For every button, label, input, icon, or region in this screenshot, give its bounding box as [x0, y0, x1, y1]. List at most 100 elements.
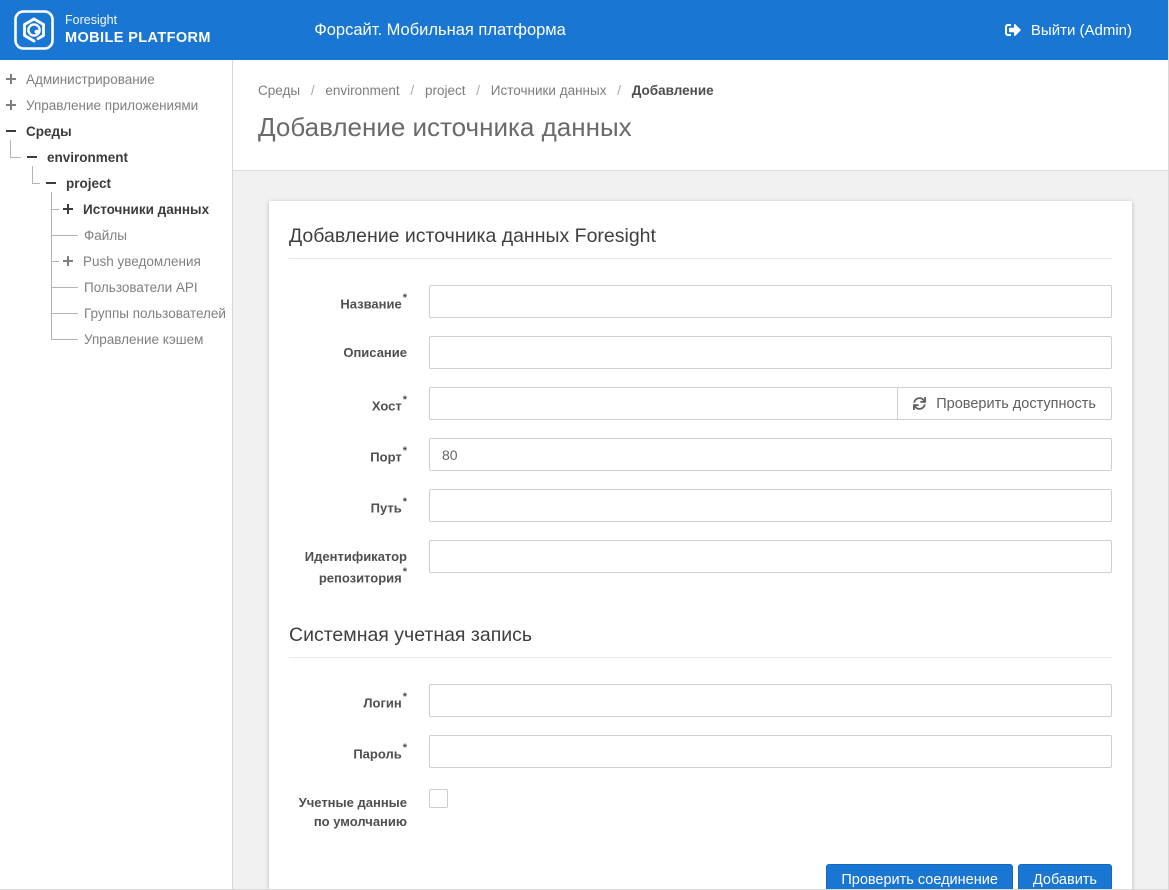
- sidebar-item-files[interactable]: Файлы: [0, 222, 232, 248]
- brand[interactable]: Foresight MOBILE PLATFORM: [14, 10, 211, 50]
- host-label: Хост*: [371, 394, 407, 414]
- logout-button[interactable]: Выйти (Admin): [1004, 21, 1132, 39]
- add-button[interactable]: Добавить: [1017, 863, 1112, 889]
- sidebar-item-label: Пользователи API: [84, 279, 198, 295]
- refresh-icon: [913, 397, 927, 410]
- top-bar: Foresight MOBILE PLATFORM Форсайт. Мобил…: [0, 0, 1168, 60]
- brand-product-name: Foresight: [65, 13, 118, 28]
- sidebar-item-label: Группы пользователей: [84, 305, 226, 321]
- description-input[interactable]: [429, 336, 1112, 369]
- sidebar-item-environments[interactable]: Среды: [0, 118, 232, 144]
- required-mark: *: [402, 742, 407, 755]
- port-label: Порт*: [370, 445, 407, 465]
- path-input[interactable]: [429, 489, 1112, 522]
- required-mark: *: [402, 496, 407, 508]
- path-label: Путь*: [370, 496, 407, 516]
- data-source-form-card: Добавление источника данных Foresight На…: [269, 201, 1132, 889]
- breadcrumb-separator: /: [410, 83, 415, 98]
- password-input[interactable]: [429, 735, 1112, 769]
- page-body: Добавление источника данных Foresight На…: [233, 170, 1168, 889]
- collapse-minus-icon[interactable]: [44, 176, 58, 190]
- form-row-repository-id: Идентификатор репозитория*: [289, 540, 1112, 588]
- form-row-password: Пароль*: [289, 735, 1112, 769]
- sign-out-icon: [1004, 23, 1021, 37]
- breadcrumb-item[interactable]: Среды: [258, 83, 300, 98]
- sidebar-item-label: Управление кэшем: [84, 331, 204, 347]
- form-row-default-credentials: Учетные данные по умолчанию: [289, 786, 1112, 832]
- host-input-group: Проверить доступность: [429, 387, 1112, 420]
- check-availability-label: Проверить доступность: [936, 395, 1096, 412]
- port-input[interactable]: [429, 438, 1112, 471]
- sidebar-item-label: Управление приложениями: [26, 97, 199, 113]
- sidebar-item-administration[interactable]: Администрирование: [0, 66, 232, 92]
- breadcrumb-current: Добавление: [631, 83, 714, 98]
- breadcrumb-separator: /: [617, 83, 621, 98]
- required-mark: *: [402, 691, 407, 704]
- breadcrumb-separator: /: [310, 83, 315, 98]
- breadcrumb-item[interactable]: Источники данных: [491, 83, 607, 98]
- form-row-host: Хост* Проверить доступность: [289, 387, 1112, 420]
- app-title: Форсайт. Мобильная платформа: [314, 20, 566, 39]
- sidebar-item-environment[interactable]: environment: [0, 144, 232, 170]
- sidebar-item-label: project: [66, 175, 112, 191]
- login-input[interactable]: [429, 684, 1112, 718]
- page-head: Среды / environment / project / Источник…: [233, 60, 1168, 170]
- collapse-minus-icon[interactable]: [25, 150, 39, 164]
- test-connection-button[interactable]: Проверить соединение: [826, 863, 1013, 889]
- required-mark: *: [402, 565, 407, 578]
- sidebar: Администрирование Управление приложениям…: [0, 60, 233, 889]
- application-window: Foresight MOBILE PLATFORM Форсайт. Мобил…: [0, 0, 1169, 890]
- sidebar-item-user-groups[interactable]: Группы пользователей: [0, 300, 232, 326]
- sidebar-item-cache-management[interactable]: Управление кэшем: [0, 326, 232, 352]
- main-content: Среды / environment / project / Источник…: [233, 60, 1168, 889]
- form-row-path: Путь*: [289, 489, 1112, 522]
- host-input[interactable]: [429, 387, 899, 420]
- form-row-port: Порт*: [289, 438, 1112, 471]
- sidebar-item-label: Push уведомления: [83, 253, 201, 269]
- name-label: Название*: [340, 292, 407, 312]
- form-row-description: Описание: [289, 336, 1112, 369]
- default-credentials-label: Учетные данные по умолчанию: [298, 795, 407, 829]
- brand-platform-name: MOBILE PLATFORM: [65, 29, 211, 46]
- required-mark: *: [402, 445, 407, 457]
- form-section-title-account: Системная учетная запись: [289, 618, 1112, 659]
- required-mark: *: [402, 394, 407, 406]
- sidebar-item-api-users[interactable]: Пользователи API: [0, 274, 232, 300]
- navigation-tree: Администрирование Управление приложениям…: [0, 60, 232, 352]
- breadcrumb-item[interactable]: environment: [325, 83, 399, 98]
- breadcrumb: Среды / environment / project / Источник…: [258, 83, 1168, 98]
- form-row-name: Название*: [289, 285, 1112, 318]
- sidebar-item-label: Среды: [26, 123, 72, 139]
- sidebar-item-label: Файлы: [84, 227, 127, 243]
- breadcrumb-item[interactable]: project: [425, 83, 466, 98]
- expand-plus-icon[interactable]: [4, 98, 18, 112]
- foresight-logo-icon: [14, 10, 54, 50]
- password-label: Пароль*: [353, 742, 407, 762]
- sidebar-item-label: Источники данных: [83, 201, 210, 217]
- required-mark: *: [402, 292, 407, 304]
- sidebar-item-data-sources[interactable]: Источники данных: [0, 196, 232, 222]
- expand-plus-icon[interactable]: [61, 254, 75, 268]
- sidebar-item-label: environment: [47, 149, 129, 165]
- expand-plus-icon[interactable]: [61, 202, 75, 216]
- login-label: Логин*: [363, 691, 407, 711]
- repository-id-label: Идентификатор репозитория*: [304, 549, 407, 586]
- brand-text: Foresight MOBILE PLATFORM: [65, 13, 211, 47]
- collapse-minus-icon[interactable]: [4, 124, 18, 138]
- page-title: Добавление источника данных: [258, 112, 632, 142]
- sidebar-item-project[interactable]: project: [0, 170, 232, 196]
- breadcrumb-separator: /: [476, 83, 481, 98]
- check-availability-button[interactable]: Проверить доступность: [898, 387, 1112, 420]
- sidebar-item-label: Администрирование: [26, 71, 155, 87]
- sidebar-item-app-management[interactable]: Управление приложениями: [0, 92, 232, 118]
- sidebar-item-push-notifications[interactable]: Push уведомления: [0, 248, 232, 274]
- form-section-title: Добавление источника данных Foresight: [289, 219, 1112, 259]
- form-row-login: Логин*: [289, 684, 1112, 718]
- name-input[interactable]: [429, 285, 1112, 318]
- logout-label: Выйти (Admin): [1030, 21, 1132, 39]
- expand-plus-icon[interactable]: [4, 72, 18, 86]
- description-label: Описание: [343, 345, 407, 360]
- form-actions: Проверить соединение Добавить: [289, 863, 1112, 889]
- repository-id-input[interactable]: [429, 540, 1112, 573]
- default-credentials-checkbox[interactable]: [429, 789, 448, 809]
